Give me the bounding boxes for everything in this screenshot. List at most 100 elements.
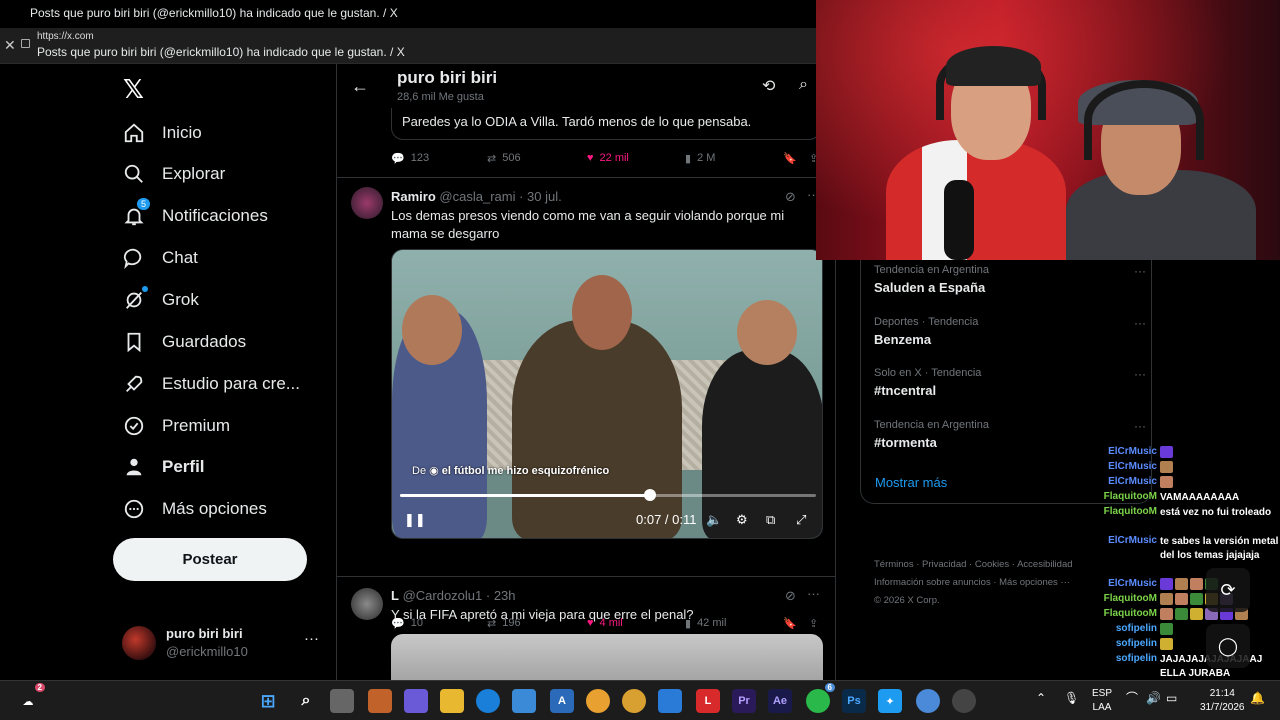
nav-item-estudio[interactable]: Estudio para cre...	[122, 367, 300, 401]
mail-icon[interactable]	[658, 689, 682, 713]
bookmark-icon[interactable]: 🔖	[783, 152, 797, 165]
file-explorer-icon[interactable]	[440, 689, 464, 713]
more-icon[interactable]: ···	[1134, 316, 1146, 330]
weather-icon[interactable]: ☁ 2	[16, 683, 45, 713]
language-indicator[interactable]: ESP LAA	[1092, 687, 1112, 715]
url-text[interactable]: https://x.com	[37, 31, 94, 42]
edge-icon[interactable]	[476, 689, 500, 713]
trend-item[interactable]: Tendencia en Argentina Saluden a España …	[874, 264, 1154, 312]
twitter-icon[interactable]: ✦	[878, 689, 902, 713]
obs-icon[interactable]	[952, 689, 976, 713]
close-icon[interactable]: ✕	[4, 37, 16, 54]
chat-username[interactable]: ElCrMusic	[1100, 535, 1160, 563]
x-logo-icon[interactable]: 𝕏	[123, 74, 144, 105]
pip-icon[interactable]: ⧉	[766, 512, 775, 528]
nav-item-inicio[interactable]: Inicio	[122, 116, 202, 150]
chat-username[interactable]: sofipelin	[1100, 653, 1160, 681]
chrome-icon[interactable]	[916, 689, 940, 713]
overlay-button-icon[interactable]: ⟳	[1206, 568, 1250, 612]
emote-icon	[1190, 578, 1203, 591]
overlay-chat-icon[interactable]: ◯	[1206, 624, 1250, 668]
chat-text	[1160, 461, 1175, 475]
nav-item-guardados[interactable]: Guardados	[122, 325, 246, 359]
quoted-post[interactable]: Paredes ya lo ODIA a Villa. Tardó menos …	[391, 108, 821, 140]
nav-item-grok[interactable]: Grok	[122, 283, 199, 317]
verified-icon	[122, 414, 146, 438]
windows-start-icon[interactable]: ⊞	[256, 689, 280, 713]
repost-button[interactable]: ⇄ 506	[487, 152, 521, 165]
bookmark-icon	[122, 330, 146, 354]
task-view-icon[interactable]	[330, 689, 354, 713]
search-icon[interactable]: ⌕	[799, 76, 808, 94]
chat-username[interactable]: sofipelin	[1100, 623, 1160, 637]
more-icon[interactable]: ···	[1134, 264, 1146, 278]
volume-icon[interactable]: 🔊	[1146, 691, 1161, 705]
chat-username[interactable]: FlaquitooM	[1100, 491, 1160, 505]
copilot-icon[interactable]	[404, 689, 428, 713]
app-icon[interactable]: L	[696, 689, 720, 713]
settings-gear-icon[interactable]: ⚙	[736, 512, 748, 528]
pause-icon[interactable]: ❚❚	[404, 512, 426, 528]
show-more-link[interactable]: Mostrar más	[875, 475, 947, 490]
avatar[interactable]	[351, 588, 383, 620]
avatar[interactable]	[351, 187, 383, 219]
chat-username[interactable]: sofipelin	[1100, 638, 1160, 652]
volume-icon[interactable]: 🔈	[706, 512, 722, 528]
reply-button[interactable]: 💬 123	[391, 152, 429, 165]
nav-item-premium[interactable]: Premium	[122, 409, 230, 443]
views-button[interactable]: ▮ 2 M	[685, 152, 715, 165]
more-icon[interactable]: ···	[1134, 419, 1146, 433]
like-button[interactable]: ♥ 22 mil	[587, 152, 629, 164]
chat-username[interactable]: FlaquitooM	[1100, 608, 1160, 622]
trend-item[interactable]: Solo en X · Tendencia #tncentral ···	[874, 367, 1154, 415]
webcam-overlay	[816, 0, 1280, 260]
video-progress-bar[interactable]	[400, 489, 816, 501]
chat-username[interactable]: ElCrMusic	[1100, 461, 1160, 475]
nav-item-perfil[interactable]: Perfil	[122, 450, 205, 484]
app-icon[interactable]: A	[550, 689, 574, 713]
chat-username[interactable]: ElCrMusic	[1100, 476, 1160, 490]
post-author[interactable]: Ramiro @casla_rami · 30 jul.	[391, 189, 562, 204]
battery-icon[interactable]: ▭	[1166, 691, 1177, 705]
video-player[interactable]: De ◉ el fútbol me hizo esquizofrénico ❚❚…	[391, 249, 823, 539]
chat-username[interactable]: ElCrMusic	[1100, 578, 1160, 592]
premiere-icon[interactable]: Pr	[732, 689, 756, 713]
wifi-icon[interactable]: ⌒	[1126, 691, 1138, 705]
account-switcher[interactable]: puro biri biri @erickmillo10 ···	[122, 624, 322, 664]
app-icon[interactable]	[368, 689, 392, 713]
chrome-icon[interactable]	[622, 689, 646, 713]
grok-icon[interactable]: ⊘	[785, 189, 796, 205]
after-effects-icon[interactable]: Ae	[768, 689, 792, 713]
photoshop-icon[interactable]: Ps	[842, 689, 866, 713]
window-title: Posts que puro biri biri (@erickmillo10)…	[0, 0, 816, 28]
fullscreen-icon[interactable]: ⤢	[796, 512, 806, 528]
refresh-icon[interactable]: ⟲	[762, 76, 775, 96]
chat-username[interactable]: FlaquitooM	[1100, 593, 1160, 607]
emote-icon	[1190, 593, 1203, 606]
chrome-icon[interactable]	[586, 689, 610, 713]
more-icon[interactable]: ···	[807, 586, 820, 601]
store-icon[interactable]	[512, 689, 536, 713]
nav-item-mas-opciones[interactable]: Más opciones	[122, 492, 267, 526]
trend-item[interactable]: Deportes · Tendencia Benzema ···	[874, 316, 1154, 364]
chevron-up-icon[interactable]: ⌃	[1036, 691, 1046, 705]
chat-username[interactable]: ElCrMusic	[1100, 446, 1160, 460]
clock[interactable]: 21:14 31/7/2026	[1200, 687, 1245, 715]
post-button[interactable]: Postear	[113, 538, 307, 581]
video-scrubber[interactable]	[643, 489, 656, 501]
more-icon[interactable]: ···	[304, 630, 319, 647]
microphone-icon[interactable]: 🎙	[1064, 691, 1079, 705]
post[interactable]: Ramiro @casla_rami · 30 jul. ⊘ ··· Los d…	[337, 177, 835, 630]
nav-item-notificaciones[interactable]: 5 Notificaciones	[122, 198, 268, 233]
whatsapp-icon[interactable]: 6	[806, 683, 835, 713]
nav-item-explorar[interactable]: Explorar	[122, 157, 225, 191]
post-author[interactable]: L @Cardozolu1 · 23h	[391, 588, 516, 603]
notification-bell-icon[interactable]: 🔔	[1250, 691, 1265, 705]
nav-item-chat[interactable]: Chat	[122, 241, 198, 275]
post-media[interactable]	[391, 634, 823, 680]
chat-username[interactable]: FlaquitooM	[1100, 506, 1160, 520]
grok-icon[interactable]: ⊘	[785, 588, 796, 604]
back-arrow-icon[interactable]: ←	[351, 76, 369, 97]
more-icon[interactable]: ···	[1134, 367, 1146, 381]
search-icon[interactable]: ⌕	[294, 689, 318, 713]
